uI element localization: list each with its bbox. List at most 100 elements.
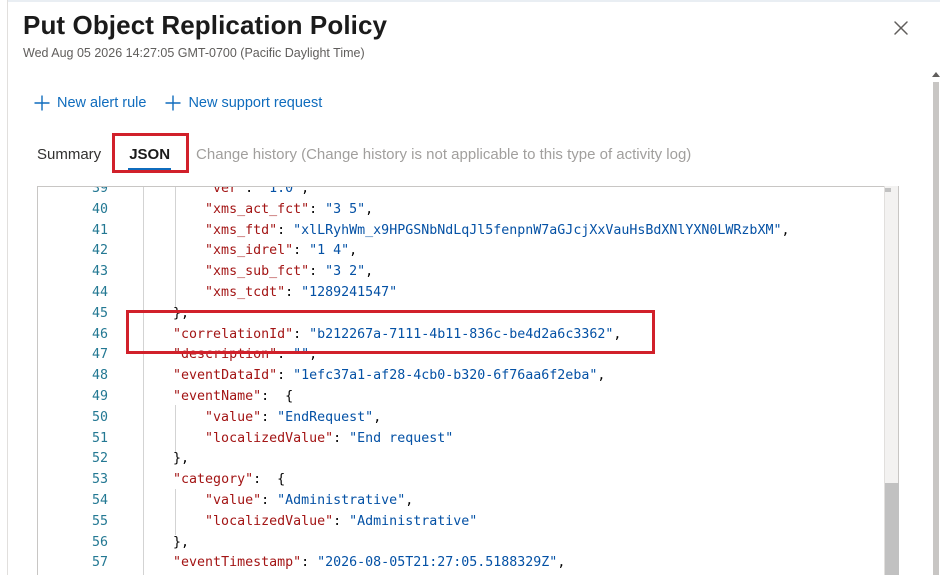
line-number: 51 bbox=[91, 430, 108, 446]
json-key: "xms_sub_fct" bbox=[205, 264, 310, 280]
json-code: 39 "ver": "1.0", 40 "xms_act_fct": "3 5",… bbox=[38, 186, 886, 574]
json-value: "1 4" bbox=[309, 243, 350, 259]
code-line: 40 "xms_act_fct": "3 5", bbox=[38, 200, 886, 221]
json-punctuation: { bbox=[269, 472, 286, 488]
panel-timestamp: Wed Aug 05 2026 14:27:05 GMT-0700 (Pacif… bbox=[23, 46, 365, 60]
line-number: 46 bbox=[91, 326, 108, 342]
json-value: "Administrative" bbox=[349, 513, 478, 529]
line-number: 47 bbox=[91, 347, 108, 363]
panel-scrollbar[interactable] bbox=[932, 72, 940, 575]
json-key: "eventDataId" bbox=[173, 368, 278, 384]
code-line: 44 "xms_tcdt": "1289241547" bbox=[38, 283, 886, 304]
json-key: "xms_tcdt" bbox=[205, 284, 286, 300]
json-colon: : bbox=[285, 284, 302, 300]
code-line: 39 "ver": "1.0", bbox=[38, 186, 886, 200]
json-key: "category" bbox=[173, 472, 254, 488]
plus-icon bbox=[34, 95, 50, 111]
line-number: 57 bbox=[91, 555, 108, 571]
code-line: 48 "eventDataId": "1efc37a1-af28-4cb0-b3… bbox=[38, 366, 886, 387]
json-value: "2026-08-05T21:27:05.5188329Z" bbox=[317, 555, 558, 571]
top-border bbox=[0, 0, 940, 2]
line-number: 54 bbox=[91, 492, 108, 508]
json-punctuation: }, bbox=[173, 451, 190, 467]
new-alert-rule-button[interactable]: New alert rule bbox=[33, 94, 146, 112]
code-line: 57 "eventTimestamp": "2026-08-05T21:27:0… bbox=[38, 553, 886, 574]
editor-scrollbar-thumb[interactable] bbox=[885, 483, 899, 575]
json-colon: : bbox=[245, 186, 262, 196]
line-number: 43 bbox=[91, 264, 108, 280]
line-number: 45 bbox=[91, 305, 108, 321]
json-colon: : bbox=[277, 368, 294, 384]
line-number: 52 bbox=[91, 451, 108, 467]
json-key: "eventTimestamp" bbox=[173, 555, 302, 571]
json-colon: : bbox=[301, 555, 318, 571]
json-key: "localizedValue" bbox=[205, 430, 334, 446]
json-value: "1efc37a1-af28-4cb0-b320-6f76aa6f2eba" bbox=[293, 368, 598, 384]
code-line: 54 "value": "Administrative", bbox=[38, 491, 886, 512]
code-line: 51 "localizedValue": "End request" bbox=[38, 429, 886, 450]
json-colon: : bbox=[277, 222, 294, 238]
json-colon: : bbox=[261, 492, 278, 508]
line-number: 56 bbox=[91, 534, 108, 550]
close-button[interactable] bbox=[890, 17, 912, 39]
panel-title: Put Object Replication Policy bbox=[23, 10, 388, 40]
line-number: 55 bbox=[91, 513, 108, 529]
json-value: "3 5" bbox=[325, 201, 366, 217]
line-number: 40 bbox=[91, 201, 108, 217]
json-punctuation: , bbox=[373, 409, 382, 425]
json-colon: : bbox=[333, 430, 350, 446]
json-key: "ver" bbox=[205, 186, 246, 196]
json-key: "localizedValue" bbox=[205, 513, 334, 529]
new-support-request-label: New support request bbox=[188, 95, 323, 111]
code-line: 43 "xms_sub_fct": "3 2", bbox=[38, 262, 886, 283]
json-colon: : bbox=[293, 243, 310, 259]
json-value: "xlLRyhWm_x9HPGSNbNdLqJl5fenpnW7aGJcjXxV… bbox=[293, 222, 782, 238]
close-icon bbox=[894, 21, 908, 35]
highlight-json-tab bbox=[112, 133, 189, 173]
json-punctuation: , bbox=[365, 264, 374, 280]
json-punctuation: , bbox=[405, 492, 414, 508]
left-border bbox=[0, 0, 8, 575]
json-value: "3 2" bbox=[325, 264, 366, 280]
command-bar: New alert rule New support request bbox=[33, 92, 322, 114]
line-number: 48 bbox=[91, 368, 108, 384]
json-key: "value" bbox=[205, 409, 262, 425]
tab-summary[interactable]: Summary bbox=[23, 140, 115, 176]
json-value: "1.0" bbox=[261, 186, 302, 196]
highlight-correlation-id bbox=[126, 310, 655, 354]
json-colon: : bbox=[261, 388, 278, 404]
code-line: 52 }, bbox=[38, 449, 886, 470]
json-value: "End request" bbox=[349, 430, 454, 446]
line-number: 44 bbox=[91, 284, 108, 300]
editor-scrollbar[interactable] bbox=[884, 186, 899, 575]
line-number: 42 bbox=[91, 243, 108, 259]
json-colon: : bbox=[309, 201, 326, 217]
line-number: 50 bbox=[91, 409, 108, 425]
json-colon: : bbox=[333, 513, 350, 529]
code-line: 56 }, bbox=[38, 533, 886, 554]
line-number: 39 bbox=[91, 186, 108, 196]
json-editor[interactable]: 39 "ver": "1.0", 40 "xms_act_fct": "3 5",… bbox=[37, 186, 899, 575]
json-colon: : bbox=[253, 472, 270, 488]
json-punctuation: , bbox=[557, 555, 566, 571]
new-support-request-button[interactable]: New support request bbox=[164, 94, 322, 112]
code-line: 53 "category": { bbox=[38, 470, 886, 491]
json-key: "xms_ftd" bbox=[205, 222, 278, 238]
code-line: 42 "xms_idrel": "1 4", bbox=[38, 241, 886, 262]
code-line: 41 "xms_ftd": "xlLRyhWm_x9HPGSNbNdLqJl5f… bbox=[38, 221, 886, 242]
json-key: "value" bbox=[205, 492, 262, 508]
line-number: 49 bbox=[91, 388, 108, 404]
json-value: "EndRequest" bbox=[277, 409, 374, 425]
json-colon: : bbox=[261, 409, 278, 425]
tab-change-history: Change history (Change history is not ap… bbox=[196, 146, 692, 163]
code-line: 55 "localizedValue": "Administrative" bbox=[38, 512, 886, 533]
json-value: "Administrative" bbox=[277, 492, 406, 508]
json-key: "eventName" bbox=[173, 388, 262, 404]
scroll-up-arrow-icon[interactable] bbox=[932, 72, 940, 77]
json-punctuation: , bbox=[365, 201, 374, 217]
panel-scrollbar-thumb[interactable] bbox=[933, 82, 939, 575]
line-number: 53 bbox=[91, 472, 108, 488]
line-number: 41 bbox=[91, 222, 108, 238]
code-line: 49 "eventName": { bbox=[38, 387, 886, 408]
json-punctuation: , bbox=[597, 368, 606, 384]
